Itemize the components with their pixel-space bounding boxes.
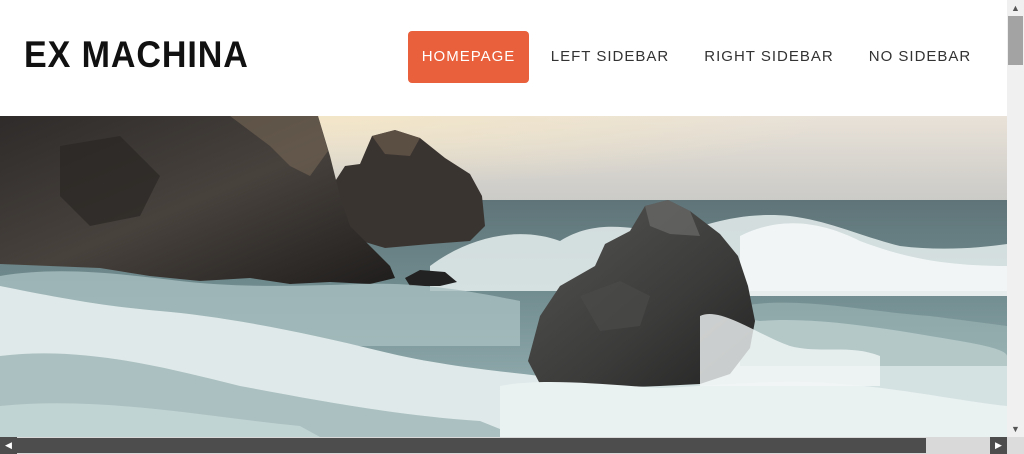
scrollbar-corner bbox=[1007, 437, 1024, 454]
site-header: EX MACHINA HOMEPAGE LEFT SIDEBAR RIGHT S… bbox=[0, 0, 1007, 116]
hero-ocean-rocks-illustration bbox=[0, 116, 1007, 437]
vertical-scroll-thumb[interactable] bbox=[1008, 16, 1023, 65]
horizontal-scroll-thumb[interactable] bbox=[17, 438, 926, 453]
chevron-down-icon[interactable]: ▼ bbox=[1007, 421, 1024, 437]
chevron-up-icon[interactable]: ▲ bbox=[1007, 0, 1024, 16]
chevron-left-icon[interactable]: ◀ bbox=[0, 437, 17, 454]
nav-item-right-sidebar[interactable]: RIGHT SIDEBAR bbox=[700, 31, 838, 83]
chevron-right-icon[interactable]: ▶ bbox=[990, 437, 1007, 454]
site-logo[interactable]: EX MACHINA bbox=[24, 34, 249, 76]
horizontal-scrollbar[interactable]: ◀ ▶ bbox=[0, 437, 1007, 454]
hero-image bbox=[0, 116, 1007, 437]
nav-item-homepage[interactable]: HOMEPAGE bbox=[408, 31, 529, 83]
nav-item-no-sidebar[interactable]: NO SIDEBAR bbox=[864, 31, 976, 83]
nav-item-left-sidebar[interactable]: LEFT SIDEBAR bbox=[546, 31, 674, 83]
vertical-scrollbar[interactable]: ▲ ▼ bbox=[1007, 0, 1024, 437]
